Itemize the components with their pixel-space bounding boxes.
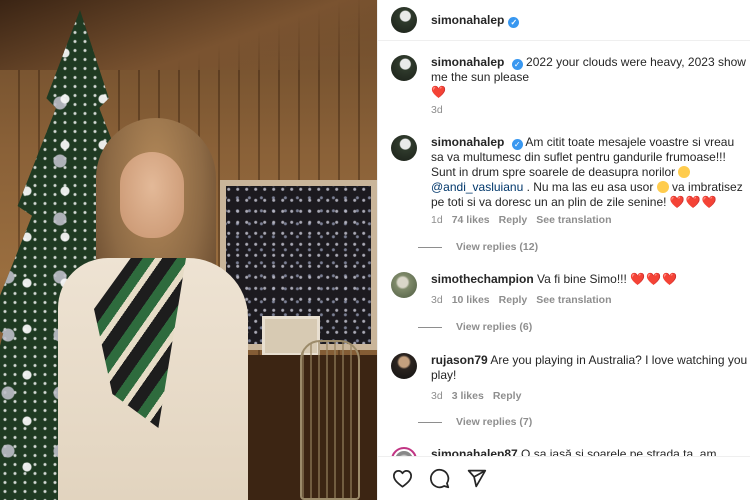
comment-username[interactable]: simonahalep <box>431 135 504 149</box>
comment-text: Va fi bine Simo!!! <box>537 272 627 286</box>
avatar[interactable] <box>391 272 417 298</box>
post-photo[interactable] <box>0 0 377 500</box>
reply-button[interactable]: Reply <box>499 213 528 228</box>
smile-emoji-icon <box>678 166 691 178</box>
comment-username[interactable]: simonahalep <box>431 55 504 69</box>
view-replies-button[interactable]: View replies (6) <box>418 321 532 333</box>
wooden-ceiling <box>0 0 377 70</box>
smile-emoji-icon <box>656 181 669 193</box>
avatar[interactable] <box>391 55 417 81</box>
verified-badge-icon: ✓ <box>511 59 523 70</box>
likes-count[interactable]: 10 likes <box>452 293 490 308</box>
comment-text: . Nu ma las eu asa usor <box>526 180 654 194</box>
comments-panel: simonahalep ✓ simonahalep ✓ 2022 your clo… <box>377 0 750 500</box>
verified-badge-icon: ✓ <box>511 139 523 150</box>
action-bar <box>378 456 750 500</box>
see-translation-button[interactable]: See translation <box>536 293 611 308</box>
view-replies-button[interactable]: View replies (12) <box>418 241 538 253</box>
likes-count[interactable]: 3 likes <box>452 389 484 404</box>
comment-bubble-icon[interactable] <box>428 468 450 490</box>
comment-username[interactable]: simothechampion <box>431 272 534 286</box>
avatar[interactable] <box>391 353 417 379</box>
comment-time[interactable]: 3d <box>431 293 443 308</box>
instagram-post: simonahalep ✓ simonahalep ✓ 2022 your clo… <box>0 0 750 500</box>
lantern <box>300 340 360 500</box>
comment-time[interactable]: 1d <box>431 213 443 228</box>
mention-link[interactable]: @andi_vasluianu <box>431 180 523 194</box>
list-item: rujason79 Are you playing in Australia? … <box>391 353 750 404</box>
woman-portrait <box>58 118 248 500</box>
header-username[interactable]: simonahalep ✓ <box>431 13 520 28</box>
reply-button[interactable]: Reply <box>493 389 522 404</box>
caption: simonahalep ✓ 2022 your clouds were heav… <box>391 55 750 118</box>
list-item: simonahalep ✓ Am citit toate mesajele vo… <box>391 135 750 228</box>
post-header: simonahalep ✓ <box>378 0 750 41</box>
heart-emoji: ❤️❤️❤️ <box>669 195 718 209</box>
list-item: simothechampion Va fi bine Simo!!! ❤️❤️❤… <box>391 272 750 308</box>
heart-emoji: ❤️❤️❤️ <box>630 272 679 286</box>
view-replies-button[interactable]: View replies (7) <box>418 416 532 428</box>
reply-button[interactable]: Reply <box>499 293 528 308</box>
see-translation-button[interactable]: See translation <box>536 213 611 228</box>
heart-emoji: ❤️ <box>431 85 447 99</box>
likes-count[interactable]: 74 likes <box>452 213 490 228</box>
heart-outline-icon[interactable] <box>391 468 413 490</box>
verified-badge-icon: ✓ <box>508 16 520 28</box>
comment-username[interactable]: rujason79 <box>431 353 488 367</box>
avatar[interactable] <box>391 7 417 33</box>
comment-time[interactable]: 3d <box>431 103 443 118</box>
paper-plane-icon[interactable] <box>465 468 487 490</box>
comment-time[interactable]: 3d <box>431 389 443 404</box>
avatar[interactable] <box>391 135 417 161</box>
